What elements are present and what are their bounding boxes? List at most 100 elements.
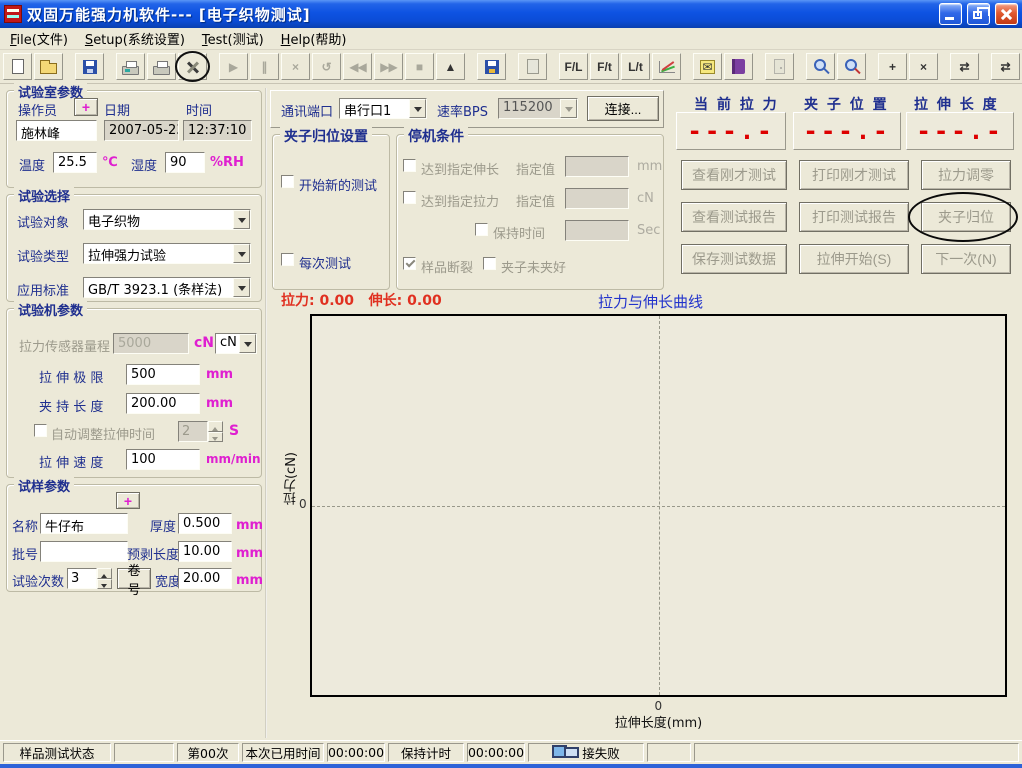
restore-button[interactable]	[967, 3, 990, 25]
menu-file[interactable]: File(文件)	[4, 27, 79, 50]
test-object-select[interactable]: 电子织物	[83, 209, 251, 230]
grip-length-input[interactable]: 200.00	[126, 393, 200, 414]
stretch-limit-input[interactable]: 500	[126, 364, 200, 385]
chart-title: 拉力与伸长曲线	[598, 291, 703, 312]
open-button[interactable]	[34, 53, 63, 80]
auto-adjust-checkbox[interactable]	[34, 424, 47, 437]
exit-button[interactable]	[765, 53, 794, 80]
sensor-unit-select[interactable]: cN	[215, 333, 257, 354]
new-test-label: 开始新的测试	[299, 175, 377, 194]
reset-icon: ↺	[321, 61, 331, 73]
menu-help[interactable]: Help(帮助)	[275, 27, 358, 50]
test-type-label: 试验类型	[17, 246, 69, 265]
roll-number-button[interactable]: 卷号	[117, 568, 151, 589]
chevron-down-icon[interactable]	[233, 244, 250, 263]
chevron-down-icon[interactable]	[239, 334, 256, 353]
new-test-checkbox[interactable]	[281, 175, 294, 188]
sample-break-label: 样品断裂	[421, 257, 473, 276]
mail-button[interactable]: ✉	[693, 53, 722, 80]
add-button[interactable]: +	[878, 53, 907, 80]
ft-curve-button[interactable]: F/t	[590, 53, 619, 80]
tools-button[interactable]	[178, 53, 207, 80]
connect-button[interactable]: 连接...	[587, 96, 659, 121]
up-button[interactable]: ▲	[436, 53, 465, 80]
test-count-spinner[interactable]: 3	[67, 568, 112, 589]
menu-setup[interactable]: Setup(系统设置)	[79, 27, 196, 50]
thickness-input[interactable]: 0.500	[178, 513, 232, 534]
print-button[interactable]	[147, 53, 176, 80]
stretch-speed-input[interactable]: 100	[126, 449, 200, 470]
force-zero-button[interactable]: 拉力调零	[921, 160, 1011, 190]
elong-readout-label: 伸长:	[369, 293, 403, 309]
temperature-label: 温度	[19, 155, 45, 174]
print-preview-button[interactable]	[116, 53, 145, 80]
sample-params-group: 试样参数 + 名称 牛仔布 厚度 0.500 mm 批号 预剥长度 10.00 …	[6, 484, 262, 592]
chevron-down-icon[interactable]	[233, 278, 250, 297]
chevron-down-icon[interactable]	[233, 210, 250, 229]
stop-button[interactable]: ■	[405, 53, 434, 80]
menu-test[interactable]: Test(测试)	[196, 27, 275, 50]
elong-limit-checkbox	[403, 159, 416, 172]
print-last-test-button[interactable]: 打印刚才测试	[799, 160, 909, 190]
report-button[interactable]	[518, 53, 547, 80]
standard-select[interactable]: GB/T 3923.1 (条样法)	[83, 277, 251, 298]
toolbar-separator	[940, 54, 948, 80]
fl-curve-button[interactable]: F/L	[559, 53, 588, 80]
clamp-return-group: 夹子归位设置 开始新的测试 每次测试	[272, 134, 390, 290]
spinner-up-icon[interactable]	[97, 568, 112, 579]
lt-curve-button[interactable]: L/t	[621, 53, 650, 80]
prepeel-input[interactable]: 10.00	[178, 541, 232, 562]
play-button[interactable]: ▶	[219, 53, 248, 80]
title-bar: 双固万能强力机软件--- [电子织物测试]	[0, 0, 1022, 28]
delete-button[interactable]: ×	[909, 53, 938, 80]
sample-name-input[interactable]: 牛仔布	[40, 513, 128, 534]
comm-port-label: 通讯端口	[281, 101, 333, 120]
reset-button[interactable]: ↺	[312, 53, 341, 80]
operator-input[interactable]: 施林峰	[16, 120, 97, 141]
minimize-button[interactable]	[939, 3, 962, 25]
group-title: 试验选择	[14, 186, 74, 205]
temperature-input[interactable]: 25.5	[53, 152, 97, 173]
multi-curve-button[interactable]	[652, 53, 681, 80]
spinner-down-icon[interactable]	[97, 579, 112, 590]
group-title: 试验机参数	[14, 300, 87, 319]
spinner-up-icon[interactable]	[208, 421, 223, 432]
export-data-button[interactable]	[477, 53, 506, 80]
clamp-return-button[interactable]: 夹子归位	[921, 202, 1011, 232]
save-test-data-button[interactable]: 保存测试数据	[681, 244, 787, 274]
each-test-checkbox[interactable]	[281, 253, 294, 266]
skip-forward-button[interactable]: ▶▶	[374, 53, 403, 80]
view-last-test-button[interactable]: 查看刚才测试	[681, 160, 787, 190]
save-button[interactable]	[75, 53, 104, 80]
add-sample-button[interactable]: +	[116, 492, 140, 509]
cancel-button[interactable]: ×	[281, 53, 310, 80]
toolbar-separator	[467, 54, 475, 80]
spinner-down-icon[interactable]	[208, 432, 223, 443]
test-type-select[interactable]: 拉伸强力试验	[83, 243, 251, 264]
view-report-button[interactable]: 查看测试报告	[681, 202, 787, 232]
printer-preview-icon	[122, 66, 139, 75]
sync-button[interactable]: ⇄	[991, 53, 1020, 80]
skip-back-button[interactable]: ◀◀	[343, 53, 372, 80]
new-button[interactable]	[3, 53, 32, 80]
zoom-arrows-button[interactable]	[837, 53, 866, 80]
humidity-input[interactable]: 90	[165, 152, 205, 173]
batch-input[interactable]	[40, 541, 128, 562]
transfer-button[interactable]: ⇄	[950, 53, 979, 80]
comm-port-select[interactable]: 串行口1	[339, 98, 427, 119]
statusbar: 样品测试状态第00次本次已用时间00:00:00保持计时00:00:00×接失败	[0, 740, 1022, 764]
status-panel: 00:00:00	[327, 743, 385, 762]
auto-adjust-spinner[interactable]: 2	[178, 421, 223, 442]
width-input[interactable]: 20.00	[178, 568, 232, 589]
start-stretch-button[interactable]: 拉伸开始(S)	[799, 244, 909, 274]
print-report-button[interactable]: 打印测试报告	[799, 202, 909, 232]
zoom-button[interactable]	[806, 53, 835, 80]
help-book-button[interactable]	[724, 53, 753, 80]
elong-spec-input	[565, 156, 629, 177]
next-test-button[interactable]: 下一次(N)	[921, 244, 1011, 274]
add-operator-button[interactable]: +	[74, 98, 98, 116]
standard-label: 应用标准	[17, 280, 69, 299]
pause-button[interactable]: ∥	[250, 53, 279, 80]
close-button[interactable]	[995, 3, 1018, 25]
chevron-down-icon[interactable]	[409, 99, 426, 118]
